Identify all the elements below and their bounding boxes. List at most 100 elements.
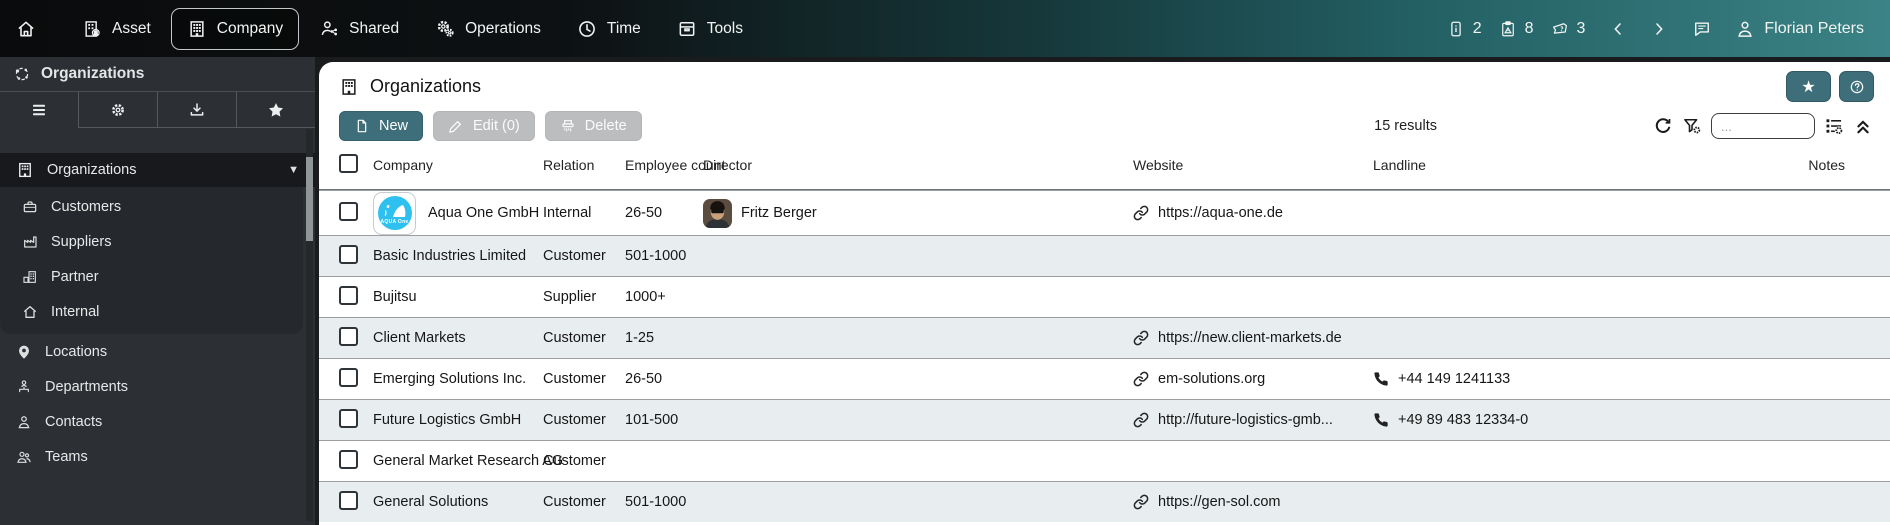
sidebar-item-departments[interactable]: Departments	[0, 369, 315, 404]
sidebar-item-teams[interactable]: Teams	[0, 439, 315, 474]
navigate-back-button[interactable]	[1610, 21, 1626, 37]
header-company[interactable]: Company	[373, 157, 543, 173]
tab-shared[interactable]: Shared	[303, 8, 415, 50]
delete-button[interactable]: Delete	[544, 111, 642, 141]
company-name: Client Markets	[373, 330, 466, 346]
website-cell[interactable]: https://gen-sol.com	[1133, 494, 1373, 510]
table-row[interactable]: Emerging Solutions Inc. Customer 26-50 e…	[319, 358, 1890, 399]
website-link: em-solutions.org	[1158, 371, 1266, 387]
sidebar-export-button[interactable]	[157, 92, 236, 128]
hamburger-icon	[33, 104, 45, 115]
relation-cell: Customer	[543, 453, 606, 469]
header-landline[interactable]: Landline	[1373, 157, 1553, 173]
sidebar-favorites-button[interactable]	[236, 92, 315, 128]
tab-label: Shared	[349, 19, 400, 37]
company-name: General Market Research AG	[373, 453, 564, 469]
sidebar-item-suppliers[interactable]: Suppliers	[0, 224, 303, 259]
organizations-submenu: Customers Suppliers Partner Internal	[0, 187, 303, 334]
landline-cell: +44 149 1241133	[1373, 371, 1553, 387]
header-notes[interactable]: Notes	[1553, 157, 1845, 173]
company-name: Bujitsu	[373, 289, 417, 305]
search-input[interactable]	[1711, 113, 1815, 139]
phone-icon	[1374, 413, 1388, 427]
sidebar-list-view-button[interactable]	[0, 92, 78, 128]
table-row[interactable]: General Solutions Customer 501-1000 http…	[319, 481, 1890, 522]
row-checkbox[interactable]	[339, 490, 358, 510]
table-row[interactable]: AQUA One Aqua One GmbH Internal 26-50 Fr…	[319, 190, 1890, 235]
sidebar-item-customers[interactable]: Customers	[0, 189, 303, 224]
row-checkbox[interactable]	[339, 326, 358, 346]
select-all-checkbox[interactable]	[339, 154, 358, 173]
tab-time[interactable]: Time	[561, 8, 657, 50]
sidebar-item-organizations[interactable]: Organizations ▼	[0, 153, 315, 187]
department-icon	[19, 379, 29, 392]
sidebar-item-partner[interactable]: Partner	[0, 259, 303, 294]
tree-item-label: Departments	[45, 378, 129, 395]
header-relation[interactable]: Relation	[543, 157, 625, 173]
relation-cell: Supplier	[543, 289, 597, 305]
tasks-badge[interactable]: 8	[1499, 20, 1534, 38]
edit-button[interactable]: Edit (0)	[433, 111, 535, 141]
user-menu[interactable]: Florian Peters	[1735, 19, 1864, 39]
navigate-forward-button[interactable]	[1651, 21, 1667, 37]
row-checkbox[interactable]	[339, 367, 358, 387]
website-cell[interactable]: http://future-logistics-gmb...	[1133, 412, 1373, 428]
header-director[interactable]: Director	[703, 157, 1133, 173]
row-checkbox[interactable]	[339, 449, 358, 469]
header-employee-count[interactable]: Employee count	[625, 157, 725, 173]
messages-button[interactable]	[1692, 19, 1712, 39]
briefcase-icon	[23, 200, 37, 212]
tickets-badge[interactable]: 3	[1551, 20, 1585, 38]
website-cell[interactable]: https://new.client-markets.de	[1133, 330, 1373, 346]
organizations-table: Company Relation Employee count Director…	[319, 141, 1890, 522]
column-settings-icon[interactable]	[1824, 116, 1844, 136]
sidebar-item-internal[interactable]: Internal	[0, 294, 303, 329]
sidebar-scrollbar-thumb[interactable]	[306, 157, 313, 241]
edit-pencil-icon	[449, 121, 461, 133]
table-row[interactable]: Bujitsu Supplier 1000+	[319, 276, 1890, 317]
sidebar-item-locations[interactable]: Locations	[0, 334, 315, 369]
table-row[interactable]: Basic Industries Limited Customer 501-10…	[319, 235, 1890, 276]
operations-icon	[437, 20, 454, 37]
home-button[interactable]	[16, 19, 36, 39]
employee-count-cell: 501-1000	[625, 248, 687, 264]
table-row[interactable]: General Market Research AG Customer	[319, 440, 1890, 481]
row-checkbox[interactable]	[339, 408, 358, 428]
chevron-right-icon	[1656, 22, 1664, 35]
ticket-icon	[1552, 22, 1567, 34]
filter-icon[interactable]	[1682, 116, 1702, 136]
user-name: Florian Peters	[1764, 19, 1864, 37]
tab-asset[interactable]: $ Asset	[66, 8, 167, 50]
info-badge[interactable]: 2	[1447, 20, 1482, 38]
tree-item-label: Internal	[51, 303, 100, 320]
row-checkbox[interactable]	[339, 285, 358, 305]
sidebar-settings-button[interactable]	[78, 92, 157, 128]
tab-company[interactable]: Company	[170, 7, 300, 50]
relation-cell: Customer	[543, 330, 606, 346]
header-website[interactable]: Website	[1133, 157, 1373, 173]
website-cell[interactable]: em-solutions.org	[1133, 371, 1373, 387]
collapse-icon[interactable]	[1853, 116, 1873, 136]
sidebar-item-contacts[interactable]: Contacts	[0, 404, 315, 439]
website-cell[interactable]: https://aqua-one.de	[1133, 205, 1373, 221]
edit-button-label: Edit (0)	[473, 118, 520, 134]
link-icon	[1133, 494, 1149, 510]
help-button[interactable]	[1839, 71, 1874, 102]
tab-label: Time	[606, 19, 641, 37]
buildings-icon	[23, 270, 36, 283]
row-checkbox[interactable]	[339, 244, 358, 264]
table-row[interactable]: Client Markets Customer 1-25 https://new…	[319, 317, 1890, 358]
favorite-button[interactable]: ★	[1786, 71, 1831, 102]
company-name: Future Logistics GmbH	[373, 412, 522, 428]
director-cell: Fritz Berger	[703, 198, 1133, 228]
gear-icon	[112, 103, 124, 116]
tab-tools[interactable]: Tools	[661, 8, 759, 50]
list-tools	[1653, 113, 1873, 139]
tab-operations[interactable]: Operations	[419, 8, 557, 50]
row-checkbox[interactable]	[339, 201, 358, 221]
refresh-icon[interactable]	[1653, 116, 1673, 136]
table-row[interactable]: Future Logistics GmbH Customer 101-500 h…	[319, 399, 1890, 440]
new-button-label: New	[379, 118, 409, 134]
new-button[interactable]: New	[339, 111, 424, 141]
tab-label: Company	[216, 19, 284, 37]
